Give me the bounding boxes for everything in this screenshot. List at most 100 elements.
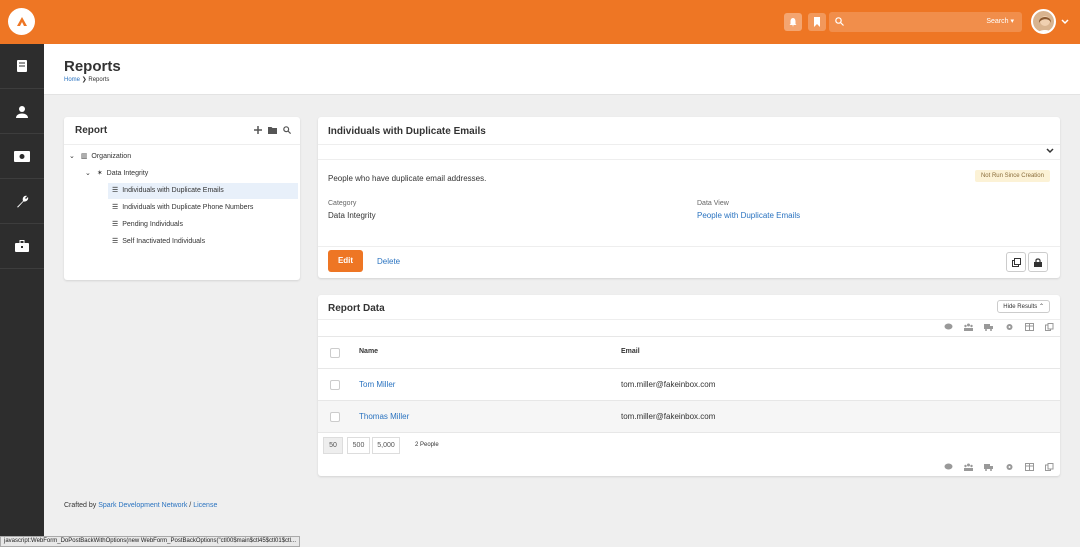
copy-icon[interactable] [1045, 463, 1054, 471]
sidebar-item-finance[interactable] [0, 134, 44, 179]
sidebar-item-tools[interactable] [0, 179, 44, 224]
copy-icon[interactable] [1045, 323, 1054, 331]
briefcase-icon [15, 240, 29, 252]
table-row[interactable]: Tom Miller tom.miller@fakeinbox.com [318, 368, 1060, 400]
category-value: Data Integrity [328, 211, 376, 220]
row-checkbox[interactable] [330, 412, 340, 422]
divider [318, 319, 1060, 320]
report-data-panel: Report Data Hide Results ⌃ Name Email To… [318, 295, 1060, 476]
divider [318, 246, 1060, 247]
hide-results-button[interactable]: Hide Results ⌃ [997, 300, 1050, 313]
status-badge: Not Run Since Creation [974, 170, 1050, 182]
dataview-label: Data View [697, 200, 729, 207]
money-icon [14, 150, 30, 162]
search-input[interactable]: Search ▾ [829, 12, 1022, 32]
page-header: Reports Home ❯ Reports [44, 44, 1080, 95]
tree-item-report[interactable]: ☰ Individuals with Duplicate Phone Numbe… [112, 200, 253, 216]
sidebar-item-book[interactable] [0, 44, 44, 89]
tree-node-data-integrity[interactable]: ⌄ ✶ Data Integrity [85, 166, 148, 182]
bookmark-icon[interactable] [808, 13, 826, 31]
chevron-down-icon[interactable]: ⌄ [85, 170, 91, 177]
email-cell: tom.miller@fakeinbox.com [621, 412, 716, 421]
report-data-title: Report Data [328, 303, 385, 314]
grid-actions-bottom [935, 463, 1054, 473]
divider [318, 144, 1060, 145]
person-icon [16, 105, 28, 118]
edit-button[interactable]: Edit [328, 250, 363, 272]
magic-wand-icon: ✶ [96, 170, 103, 177]
settings-icon[interactable] [1005, 463, 1014, 471]
tree-node-organization[interactable]: ⌄ ▥ Organization [69, 149, 131, 165]
notification-bell-icon[interactable] [784, 13, 802, 31]
bulk-update-icon[interactable] [984, 463, 994, 471]
search-icon[interactable] [283, 126, 291, 134]
divider [318, 432, 1060, 433]
list-icon: ☰ [112, 221, 119, 228]
page-size-5000[interactable]: 5,000 [372, 437, 400, 454]
table-row[interactable]: Thomas Miller tom.miller@fakeinbox.com [318, 400, 1060, 432]
report-description: People who have duplicate email addresse… [328, 174, 487, 183]
footer-crafted-by: Crafted by [64, 502, 97, 509]
table-header: Name Email [318, 336, 1060, 368]
list-icon: ☰ [112, 187, 119, 194]
chevron-down-icon[interactable] [1046, 148, 1054, 154]
column-header-name[interactable]: Name [359, 348, 378, 355]
book-icon [17, 60, 27, 72]
footer-license-link[interactable]: License [193, 502, 217, 509]
merge-people-icon[interactable] [964, 323, 974, 331]
export-excel-icon[interactable] [1024, 323, 1034, 331]
breadcrumb-current: Reports [88, 77, 110, 83]
delete-link[interactable]: Delete [377, 257, 400, 266]
building-icon: ▥ [80, 153, 88, 160]
add-folder-icon[interactable] [268, 126, 277, 134]
export-excel-icon[interactable] [1024, 463, 1034, 471]
tree-item-report[interactable]: ☰ Pending Individuals [112, 217, 183, 233]
top-bar: Search ▾ [0, 0, 1080, 44]
sidebar [0, 44, 44, 547]
grid-actions-top [935, 323, 1054, 333]
search-icon [835, 17, 844, 26]
column-header-email[interactable]: Email [621, 348, 640, 355]
security-button[interactable] [1028, 252, 1048, 272]
result-count: 2 People [415, 442, 439, 448]
sidebar-item-people[interactable] [0, 89, 44, 134]
copy-icon [1011, 257, 1021, 267]
browser-status-bar: javascript:WebForm_DoPostBackWithOptions… [0, 536, 301, 547]
rock-logo-icon[interactable] [8, 8, 35, 35]
breadcrumb: Home ❯ Reports [64, 76, 109, 83]
select-all-checkbox[interactable] [330, 348, 340, 358]
copy-button[interactable] [1006, 252, 1026, 272]
chevron-down-icon[interactable]: ⌄ [69, 153, 75, 160]
report-tree-panel: Report ⌄ ▥ Organization ⌄ ✶ Data Integri… [64, 117, 300, 280]
chevron-down-icon[interactable] [1061, 19, 1069, 25]
footer-spark-link[interactable]: Spark Development Network [98, 502, 187, 509]
search-type-dropdown[interactable]: Search ▾ [986, 17, 1014, 25]
wrench-icon [16, 195, 28, 207]
tree-item-report[interactable]: ☰ Individuals with Duplicate Emails [108, 183, 298, 199]
category-label: Category [328, 200, 357, 207]
row-checkbox[interactable] [330, 380, 340, 390]
dataview-link[interactable]: People with Duplicate Emails [697, 211, 800, 220]
communicate-icon[interactable] [944, 323, 953, 331]
settings-icon[interactable] [1005, 323, 1014, 331]
footer-separator: / [189, 502, 192, 509]
email-cell: tom.miller@fakeinbox.com [621, 380, 716, 389]
user-avatar[interactable] [1031, 9, 1056, 34]
add-icon[interactable] [254, 126, 262, 134]
breadcrumb-home[interactable]: Home [64, 77, 80, 83]
person-name-link[interactable]: Thomas Miller [359, 412, 409, 421]
merge-people-icon[interactable] [964, 463, 974, 471]
bulk-update-icon[interactable] [984, 323, 994, 331]
communicate-icon[interactable] [944, 463, 953, 471]
page-title: Reports [64, 58, 121, 75]
page-size-500[interactable]: 500 [347, 437, 370, 454]
tree-item-report[interactable]: ☰ Self Inactivated Individuals [112, 234, 205, 250]
report-detail-panel: Individuals with Duplicate Emails People… [318, 117, 1060, 278]
page-size-50[interactable]: 50 [323, 437, 343, 454]
footer: Crafted by Spark Development Network / L… [64, 502, 217, 509]
divider [64, 144, 300, 145]
sidebar-item-admin[interactable] [0, 224, 44, 269]
report-title: Individuals with Duplicate Emails [328, 126, 486, 137]
list-icon: ☰ [112, 204, 119, 211]
person-name-link[interactable]: Tom Miller [359, 380, 395, 389]
